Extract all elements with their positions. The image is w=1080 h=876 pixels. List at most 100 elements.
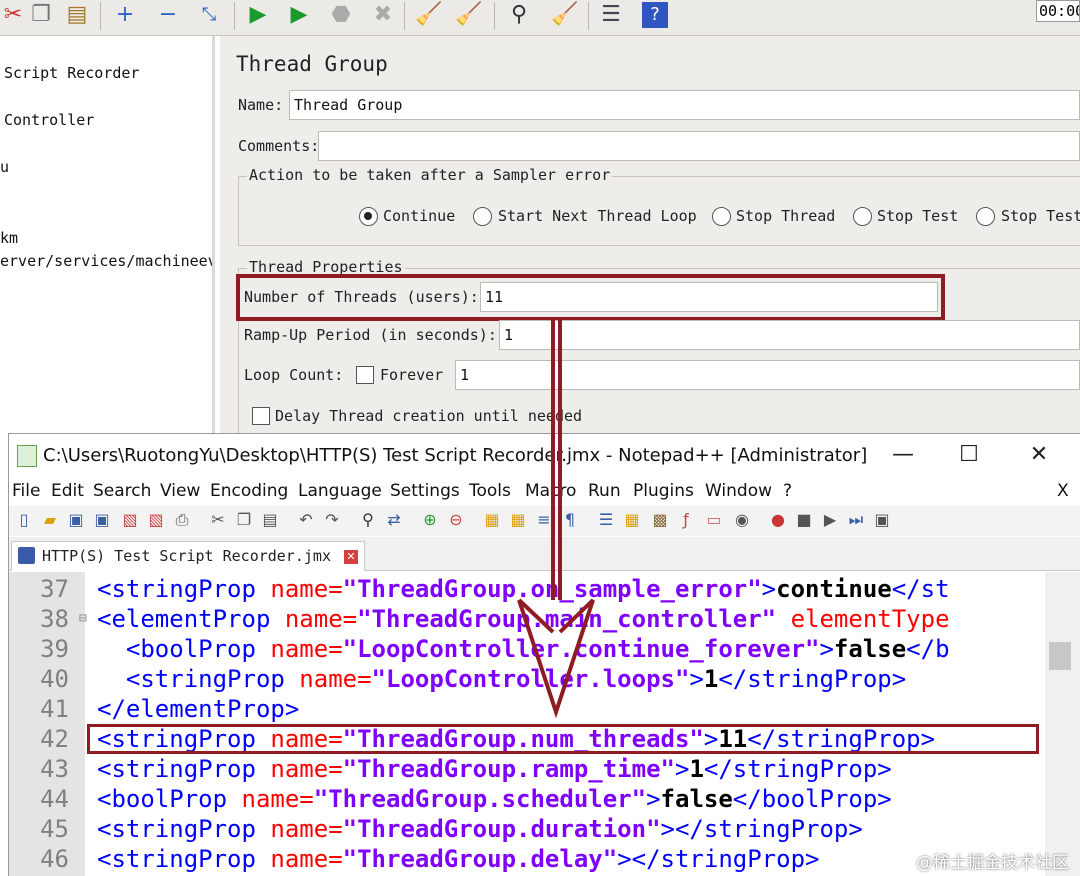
- menu-view[interactable]: View: [160, 481, 200, 501]
- clear-all-icon[interactable]: 🧹: [455, 2, 482, 28]
- record-macro-icon[interactable]: ●: [767, 509, 789, 531]
- comments-field[interactable]: [318, 131, 1080, 161]
- copy-icon[interactable]: ❐: [233, 509, 255, 531]
- shutdown-icon[interactable]: ✖: [370, 2, 396, 28]
- new-file-icon[interactable]: ▯: [13, 509, 35, 531]
- word-wrap-icon[interactable]: ≡: [533, 509, 555, 531]
- radio-label: Start Next Thread Loop: [498, 207, 697, 225]
- line-number: 43: [40, 755, 69, 783]
- udl-icon[interactable]: ▦: [621, 509, 643, 531]
- stop-icon[interactable]: ⬣: [328, 2, 354, 28]
- redo-icon[interactable]: ↷: [321, 509, 343, 531]
- forever-checkbox[interactable]: [356, 366, 374, 384]
- line-number: 42: [40, 725, 69, 753]
- menu-encoding[interactable]: Encoding: [210, 481, 288, 501]
- forever-label: Forever: [380, 366, 444, 384]
- notepad-toolbar: ▯ ▰ ▣ ▣ ▧ ▧ ⎙ ✂ ❐ ▤ ↶ ↷ ⚲ ⇄ ⊕ ⊖ ▦ ▦ ≡ ¶ …: [9, 506, 1080, 536]
- zoom-in-icon[interactable]: ⊕: [419, 509, 441, 531]
- tab-close-icon[interactable]: ✕: [344, 549, 359, 564]
- play-macro-icon[interactable]: ▶: [819, 509, 841, 531]
- reset-search-icon[interactable]: 🧹: [551, 2, 578, 28]
- save-all-icon[interactable]: ▣: [91, 509, 113, 531]
- menu-bar: File Edit Search View Encoding Language …: [9, 478, 1080, 506]
- menu-run[interactable]: Run: [588, 481, 621, 501]
- menu-window[interactable]: Window: [705, 481, 772, 501]
- vertical-scrollbar[interactable]: [1045, 572, 1080, 876]
- menu-help[interactable]: ?: [783, 481, 792, 501]
- indent-guide-icon[interactable]: ☰: [595, 509, 617, 531]
- comments-label: Comments:: [238, 137, 320, 155]
- function-list-icon[interactable]: ƒ: [675, 509, 697, 531]
- rampup-field[interactable]: 1: [499, 320, 1080, 350]
- menu-file[interactable]: File: [12, 481, 40, 501]
- zoom-out-icon[interactable]: ⊖: [445, 509, 467, 531]
- line-number: 40: [40, 665, 69, 693]
- cut-icon[interactable]: ✂: [0, 2, 26, 28]
- tree-item[interactable]: u: [0, 158, 9, 176]
- cut-icon[interactable]: ✂: [207, 509, 229, 531]
- maximize-icon[interactable]: ☐: [949, 440, 989, 470]
- stop-macro-icon[interactable]: ■: [793, 509, 815, 531]
- start-no-pause-icon[interactable]: ▶: [286, 2, 312, 28]
- scrollbar-thumb[interactable]: [1049, 642, 1071, 670]
- file-tab[interactable]: HTTP(S) Test Script Recorder.jmx ✕: [11, 541, 366, 571]
- elapsed-timer: 00:00: [1036, 0, 1080, 22]
- tree-item[interactable]: erver/services/machineev: [0, 252, 212, 270]
- copy-icon[interactable]: ❐: [28, 2, 54, 28]
- paste-icon[interactable]: ▤: [64, 2, 90, 28]
- fold-marker-icon[interactable]: ⊟: [79, 604, 87, 634]
- print-icon[interactable]: ⎙: [171, 509, 193, 531]
- undo-icon[interactable]: ↶: [295, 509, 317, 531]
- minimize-icon[interactable]: —: [883, 440, 923, 470]
- tree-item[interactable]: km: [0, 229, 18, 247]
- tree-item[interactable]: Controller: [4, 111, 94, 129]
- open-file-icon[interactable]: ▰: [39, 509, 61, 531]
- line-number: 38: [40, 605, 69, 633]
- close-all-icon[interactable]: ▧: [145, 509, 167, 531]
- radio-stop-thread[interactable]: [712, 207, 731, 226]
- monitoring-icon[interactable]: ◉: [731, 509, 753, 531]
- sync-v-icon[interactable]: ▦: [481, 509, 503, 531]
- function-helper-icon[interactable]: ☰: [598, 2, 624, 28]
- toggle-icon[interactable]: ⤡: [196, 2, 222, 28]
- code-line: <elementProp name="ThreadGroup.main_cont…: [97, 605, 950, 633]
- name-field[interactable]: Thread Group: [289, 90, 1080, 120]
- search-icon[interactable]: ⚲: [506, 2, 532, 28]
- find-icon[interactable]: ⚲: [357, 509, 379, 531]
- menu-language[interactable]: Language: [298, 481, 382, 501]
- sync-h-icon[interactable]: ▦: [507, 509, 529, 531]
- paste-icon[interactable]: ▤: [259, 509, 281, 531]
- run-macro-multiple-icon[interactable]: ⏭: [845, 509, 867, 531]
- num-threads-highlight-box: [87, 724, 1039, 754]
- clear-icon[interactable]: 🧹: [415, 2, 442, 28]
- menu-plugins[interactable]: Plugins: [633, 481, 694, 501]
- radio-continue[interactable]: [359, 207, 378, 226]
- show-all-chars-icon[interactable]: ¶: [559, 509, 581, 531]
- save-macro-icon[interactable]: ▣: [871, 509, 893, 531]
- close-icon[interactable]: ✕: [1019, 440, 1059, 470]
- menu-edit[interactable]: Edit: [51, 481, 84, 501]
- doc-map-icon[interactable]: ▩: [649, 509, 671, 531]
- save-icon[interactable]: ▣: [65, 509, 87, 531]
- delay-thread-checkbox[interactable]: [252, 407, 270, 425]
- start-icon[interactable]: ▶: [245, 2, 271, 28]
- close-document-button[interactable]: X: [1057, 481, 1069, 501]
- help-icon[interactable]: ?: [642, 2, 668, 28]
- menu-tools[interactable]: Tools: [469, 481, 511, 501]
- menu-settings[interactable]: Settings: [390, 481, 460, 501]
- expand-icon[interactable]: +: [112, 2, 138, 28]
- radio-label: Continue: [383, 207, 456, 225]
- code-line: <stringProp name="LoopController.loops">…: [97, 665, 907, 693]
- menu-search[interactable]: Search: [93, 481, 151, 501]
- radio-stop-test[interactable]: [853, 207, 872, 226]
- close-file-icon[interactable]: ▧: [119, 509, 141, 531]
- collapse-icon[interactable]: −: [155, 2, 181, 28]
- radio-stop-test-now[interactable]: [976, 207, 995, 226]
- menu-macro[interactable]: Macro: [525, 481, 576, 501]
- folder-workspace-icon[interactable]: ▭: [703, 509, 725, 531]
- replace-icon[interactable]: ⇄: [383, 509, 405, 531]
- code-editor[interactable]: 37 38 ⊟ 39 40 41 42 43 44 45 46 <stringProp name="…: [9, 572, 1080, 876]
- loop-count-field[interactable]: 1: [455, 360, 1080, 390]
- tree-item[interactable]: Script Recorder: [4, 64, 139, 82]
- radio-start-next-loop[interactable]: [473, 207, 492, 226]
